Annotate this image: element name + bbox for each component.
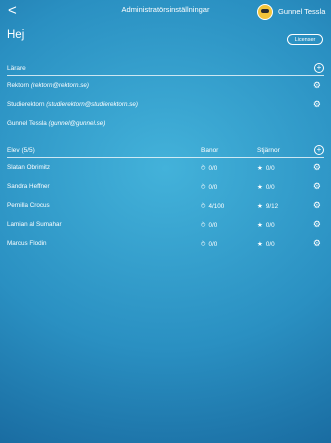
gear-icon[interactable]: ⚙ — [313, 239, 321, 248]
banor-value: ⥁ 0/0 — [201, 241, 218, 248]
banor-column-header: Banor — [201, 147, 219, 154]
user-name[interactable]: Gunnel Tessla — [278, 7, 325, 16]
student-row[interactable]: Sandra Heffner ⥁ 0/0 ★ 0/0 ⚙ — [7, 177, 324, 196]
student-name: Lamian al Sumahar — [7, 221, 62, 228]
star-icon: ★ — [257, 184, 263, 191]
licenser-button[interactable]: Licenser — [287, 34, 323, 45]
gear-icon[interactable]: ⚙ — [313, 182, 321, 191]
gear-icon[interactable]: ⚙ — [313, 220, 321, 229]
stjarnor-value: ★ 0/0 — [257, 241, 275, 248]
student-name: Marcus Flodin — [7, 240, 47, 247]
add-teacher-plus-icon[interactable]: + — [314, 63, 324, 73]
greeting: Hej — [7, 29, 25, 41]
stjarnor-value: ★ 9/12 — [257, 203, 279, 210]
banor-value: ⥁ 0/0 — [201, 165, 218, 172]
student-row[interactable]: Slatan Obrimitz ⥁ 0/0 ★ 0/0 ⚙ — [7, 158, 324, 177]
student-row[interactable]: Pernilla Crocus ⥁ 4/100 ★ 9/12 ⚙ — [7, 196, 324, 215]
track-icon: ⥁ — [201, 165, 206, 172]
banor-value: ⥁ 0/0 — [201, 184, 218, 191]
stjarnor-value: ★ 0/0 — [257, 165, 275, 172]
teachers-header: Lärare + — [7, 63, 324, 76]
star-icon: ★ — [257, 165, 263, 172]
stjarnor-value: ★ 0/0 — [257, 184, 275, 191]
teachers-section: Lärare + Rektorn (rektorn@rektorn.se) ⚙ … — [7, 63, 324, 133]
track-icon: ⥁ — [201, 241, 206, 248]
students-heading: Elev (5/5) — [7, 147, 35, 154]
gear-icon[interactable]: ⚙ — [313, 163, 321, 172]
gear-icon[interactable]: ⚙ — [313, 100, 321, 109]
student-row[interactable]: Marcus Flodin ⥁ 0/0 ★ 0/0 ⚙ — [7, 234, 324, 253]
teacher-row[interactable]: Studierektorn (studierektorn@studierekto… — [7, 95, 324, 114]
teacher-row[interactable]: Rektorn (rektorn@rektorn.se) ⚙ — [7, 76, 324, 95]
student-name: Sandra Heffner — [7, 183, 50, 190]
gear-icon[interactable]: ⚙ — [313, 201, 321, 210]
gear-icon[interactable]: ⚙ — [313, 81, 321, 90]
teacher-name: Rektorn (rektorn@rektorn.se) — [7, 82, 89, 89]
stjarnor-column-header: Stjärnor — [257, 147, 280, 154]
stjarnor-value: ★ 0/0 — [257, 222, 275, 229]
students-header: Elev (5/5) Banor Stjärnor + — [7, 145, 324, 158]
track-icon: ⥁ — [201, 203, 206, 210]
student-name: Pernilla Crocus — [7, 202, 50, 209]
teacher-row[interactable]: Gunnel Tessla (gunnel@gunnel.se) — [7, 114, 324, 133]
teacher-name: Gunnel Tessla (gunnel@gunnel.se) — [7, 120, 106, 127]
student-name: Slatan Obrimitz — [7, 164, 51, 171]
top-bar: < Administratörsinställningar Gunnel Tes… — [0, 0, 331, 26]
teacher-name: Studierektorn (studierektorn@studierekto… — [7, 101, 138, 108]
star-icon: ★ — [257, 241, 263, 248]
teachers-heading: Lärare — [7, 65, 26, 72]
banor-value: ⥁ 4/100 — [201, 203, 225, 210]
add-student-plus-icon[interactable]: + — [314, 145, 324, 155]
track-icon: ⥁ — [201, 184, 206, 191]
user-avatar[interactable] — [257, 4, 273, 20]
students-section: Elev (5/5) Banor Stjärnor + Slatan Obrim… — [7, 145, 324, 253]
banor-value: ⥁ 0/0 — [201, 222, 218, 229]
star-icon: ★ — [257, 203, 263, 210]
track-icon: ⥁ — [201, 222, 206, 229]
student-row[interactable]: Lamian al Sumahar ⥁ 0/0 ★ 0/0 ⚙ — [7, 215, 324, 234]
star-icon: ★ — [257, 222, 263, 229]
